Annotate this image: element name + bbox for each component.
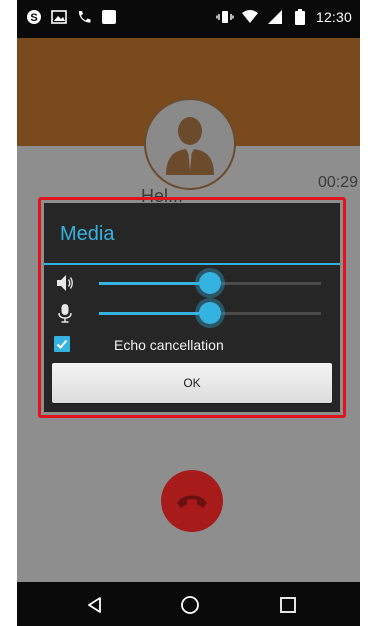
microphone-icon bbox=[56, 303, 74, 323]
home-button[interactable] bbox=[179, 594, 201, 616]
recents-button[interactable] bbox=[277, 594, 299, 616]
echo-cancellation-row: Echo cancellation bbox=[44, 333, 340, 357]
speaker-volume-thumb[interactable] bbox=[199, 272, 221, 294]
mic-volume-thumb[interactable] bbox=[199, 302, 221, 324]
phone-icon bbox=[75, 8, 93, 26]
wifi-icon bbox=[241, 8, 259, 26]
navigation-bar bbox=[17, 582, 360, 626]
speaker-icon bbox=[56, 273, 74, 293]
checkmark-icon bbox=[56, 339, 68, 349]
dialog-title: Media bbox=[60, 223, 115, 245]
call-duration: 00:29 bbox=[317, 174, 358, 191]
hang-up-button[interactable] bbox=[161, 470, 223, 532]
status-bar: S 12:30 bbox=[17, 0, 360, 38]
echo-cancellation-checkbox[interactable] bbox=[54, 336, 70, 352]
speaker-volume-row bbox=[44, 269, 340, 297]
speaker-volume-fill bbox=[99, 282, 210, 285]
back-button[interactable] bbox=[84, 594, 106, 616]
signal-icon bbox=[266, 8, 284, 26]
mic-volume-slider[interactable] bbox=[99, 302, 321, 324]
vibrate-icon bbox=[216, 8, 234, 26]
hang-up-icon bbox=[177, 495, 207, 508]
svg-text:S: S bbox=[30, 12, 37, 24]
title-divider bbox=[44, 263, 340, 265]
image-icon bbox=[50, 8, 68, 26]
back-icon bbox=[88, 597, 101, 613]
speaker-volume-slider[interactable] bbox=[99, 272, 321, 294]
square-notification-icon bbox=[100, 8, 118, 26]
recents-icon bbox=[280, 597, 296, 613]
mic-volume-fill bbox=[99, 312, 210, 315]
echo-cancellation-label: Echo cancellation bbox=[114, 337, 224, 353]
person-icon bbox=[166, 117, 214, 175]
battery-icon bbox=[291, 8, 309, 26]
skype-icon: S bbox=[25, 8, 43, 26]
clock: 12:30 bbox=[315, 9, 352, 25]
home-icon bbox=[181, 596, 199, 614]
mic-volume-row bbox=[44, 299, 340, 327]
ok-button[interactable]: OK bbox=[52, 363, 332, 403]
media-dialog: Media Echo cancellation OK bbox=[44, 203, 340, 412]
contact-avatar bbox=[144, 98, 236, 190]
